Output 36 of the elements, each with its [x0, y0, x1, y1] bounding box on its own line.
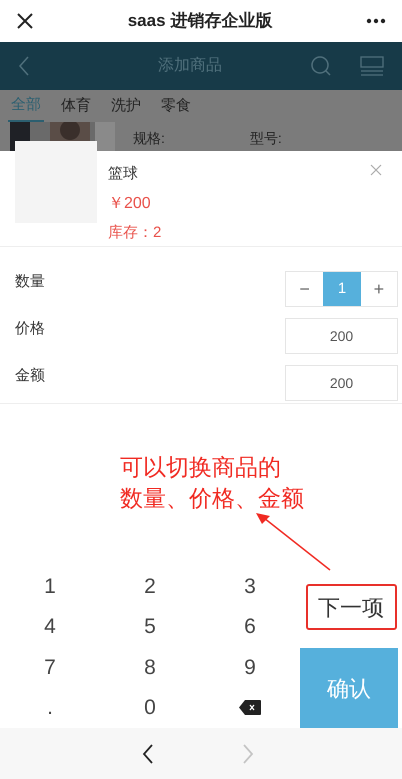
more-icon[interactable]	[366, 18, 386, 24]
value-field[interactable]: 200	[285, 365, 398, 401]
app-header-title: 添加商品	[158, 56, 222, 76]
backspace-icon	[239, 700, 261, 716]
model-label: 型号:	[250, 129, 282, 148]
next-key[interactable]: 下一项	[306, 584, 396, 630]
product-name: 篮球	[108, 164, 139, 184]
search-icon[interactable]	[310, 55, 332, 77]
number-key[interactable]: 3	[200, 566, 300, 606]
field-label: 金额	[15, 366, 45, 386]
field-label: 数量	[15, 272, 45, 292]
category-tab[interactable]: 洗护	[108, 90, 144, 122]
product-stock: 库存：2	[108, 222, 162, 242]
number-key[interactable]: 9	[200, 647, 300, 688]
product-price: ￥200	[108, 194, 152, 214]
number-key[interactable]: 0	[100, 688, 200, 728]
number-key[interactable]: 4	[0, 606, 100, 647]
number-key[interactable]: 7	[0, 647, 100, 688]
menu-icon[interactable]	[360, 56, 384, 76]
category-tab[interactable]: 体育	[58, 90, 94, 122]
number-key[interactable]: 5	[100, 606, 200, 647]
number-key[interactable]: 6	[200, 606, 300, 647]
annotation-text: 可以切换商品的 数量、价格、金额	[120, 453, 304, 513]
back-icon[interactable]	[18, 55, 30, 77]
value-field[interactable]: 200	[285, 318, 398, 354]
chevron-right-icon	[242, 742, 254, 764]
category-tab[interactable]: 零食	[158, 90, 194, 122]
spec-label: 规格:	[133, 129, 165, 148]
field-label: 价格	[15, 319, 45, 339]
number-key[interactable]: 1	[0, 566, 100, 606]
number-key[interactable]: 2	[100, 566, 200, 606]
chevron-left-icon	[142, 742, 154, 764]
top-bar-title: saas 进销存企业版	[128, 10, 272, 32]
close-icon[interactable]	[16, 12, 34, 30]
number-key[interactable]: .	[0, 688, 100, 728]
number-key[interactable]: 8	[100, 647, 200, 688]
